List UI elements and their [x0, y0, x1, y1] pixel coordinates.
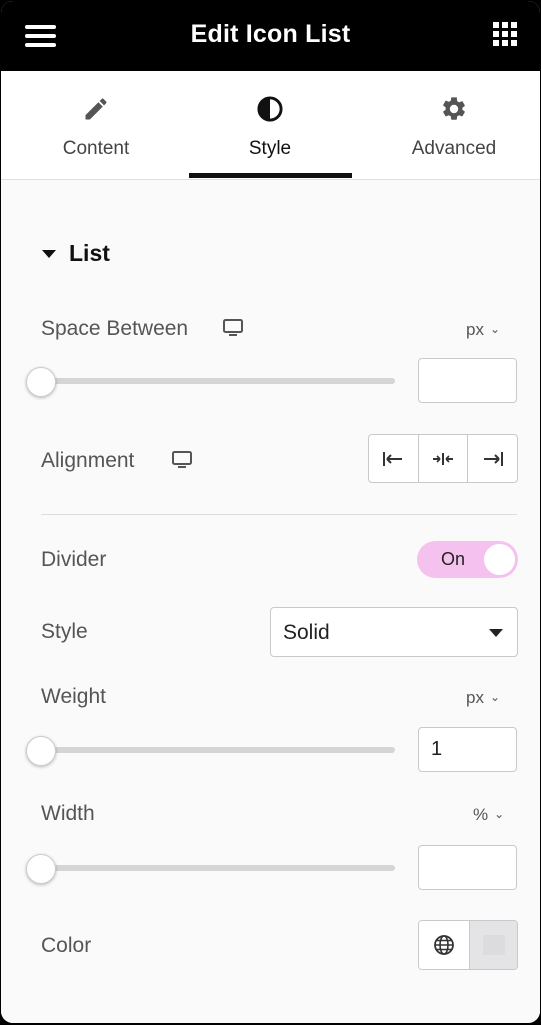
- space-between-label: Space Between: [41, 317, 189, 340]
- color-preview: [482, 935, 505, 955]
- globe-icon: [434, 935, 454, 955]
- color-label: Color: [41, 934, 92, 957]
- alignment-control: [368, 434, 518, 483]
- weight-label: Weight: [41, 685, 106, 708]
- align-center-button[interactable]: [419, 435, 469, 482]
- divider-style-select[interactable]: Solid: [270, 607, 518, 657]
- unit-value: px: [466, 320, 484, 339]
- active-tab-indicator: [189, 173, 352, 178]
- tab-advanced[interactable]: Advanced: [373, 71, 535, 179]
- desktop-icon[interactable]: [223, 319, 243, 337]
- toggle-knob: [484, 544, 515, 575]
- caret-down-icon: [489, 629, 503, 637]
- chevron-down-icon: ⌄: [494, 807, 505, 821]
- divider-toggle[interactable]: On: [417, 541, 518, 578]
- panel-header: Edit Icon List: [1, 1, 540, 71]
- unit-selector[interactable]: % ⌄: [473, 805, 504, 825]
- apps-grid-icon[interactable]: [493, 22, 517, 46]
- color-picker-swatch[interactable]: [470, 921, 517, 969]
- pencil-icon: [15, 95, 177, 123]
- align-right-button[interactable]: [468, 435, 517, 482]
- gear-icon: [373, 95, 535, 123]
- tab-bar: Content Style Advanced: [1, 71, 540, 180]
- space-between-slider[interactable]: [41, 378, 395, 384]
- tab-content[interactable]: Content: [15, 71, 177, 179]
- tab-label: Advanced: [411, 138, 497, 159]
- unit-selector[interactable]: px ⌄: [466, 688, 500, 708]
- desktop-icon[interactable]: [172, 451, 192, 469]
- alignment-label: Alignment: [41, 449, 135, 472]
- weight-slider[interactable]: [41, 747, 395, 753]
- caret-down-icon[interactable]: [42, 250, 56, 258]
- align-right-icon: [483, 451, 503, 466]
- chevron-down-icon: ⌄: [489, 690, 501, 704]
- select-value: Solid: [283, 621, 330, 644]
- style-controls: List Space Between px ⌄ Alignment Divide…: [1, 180, 540, 1023]
- half-circle-icon: [189, 95, 351, 123]
- tab-style[interactable]: Style: [189, 71, 351, 179]
- unit-value: %: [473, 805, 489, 824]
- slider-handle[interactable]: [26, 854, 56, 884]
- tab-label: Content: [62, 138, 130, 159]
- unit-selector[interactable]: px ⌄: [466, 320, 500, 340]
- divider-label: Divider: [41, 548, 107, 571]
- color-control: [418, 920, 518, 970]
- unit-value: px: [466, 688, 484, 707]
- tab-label: Style: [248, 138, 292, 159]
- editor-panel: Edit Icon List Content Style Advanced Li…: [1, 1, 540, 1023]
- align-left-icon: [383, 451, 403, 466]
- section-title[interactable]: List: [69, 240, 110, 267]
- align-left-button[interactable]: [369, 435, 419, 482]
- slider-handle[interactable]: [26, 736, 56, 766]
- align-center-icon: [433, 452, 453, 465]
- weight-input[interactable]: [418, 727, 517, 772]
- space-between-input[interactable]: [418, 358, 517, 403]
- width-input[interactable]: [418, 845, 517, 890]
- style-label: Style: [41, 620, 88, 643]
- width-slider[interactable]: [41, 865, 395, 871]
- slider-handle[interactable]: [26, 367, 56, 397]
- chevron-down-icon: ⌄: [489, 322, 501, 336]
- global-colors-button[interactable]: [419, 921, 470, 969]
- separator: [41, 514, 517, 515]
- toggle-state-label: On: [441, 549, 466, 569]
- panel-title: Edit Icon List: [190, 20, 351, 48]
- width-label: Width: [41, 802, 95, 825]
